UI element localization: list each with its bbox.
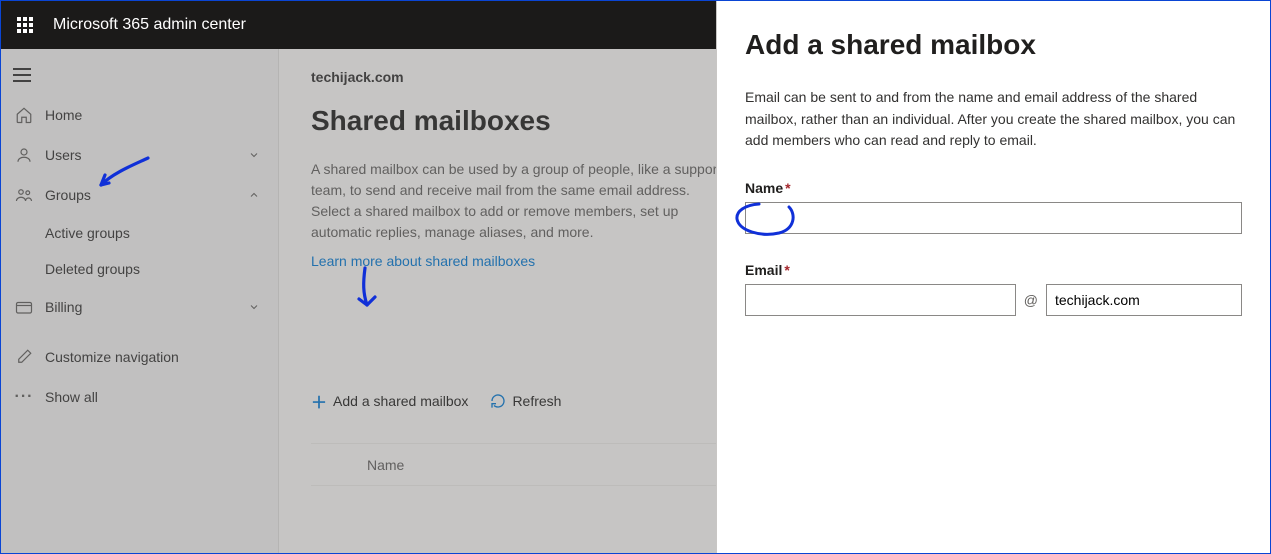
refresh-button[interactable]: Refresh: [490, 389, 561, 413]
nav-billing[interactable]: Billing: [1, 287, 278, 327]
nav-collapse-button[interactable]: [1, 55, 278, 95]
ellipsis-icon: ···: [13, 388, 35, 406]
nav-billing-label: Billing: [45, 299, 248, 315]
plus-icon: ＋: [311, 389, 327, 413]
nav-home[interactable]: Home: [1, 95, 278, 135]
left-nav: Home Users Groups Active groups Deleted …: [1, 49, 279, 553]
nav-customize-label: Customize navigation: [45, 349, 266, 365]
billing-icon: [13, 298, 35, 316]
email-field-group: Email* @ techijack.com: [745, 262, 1242, 316]
nav-active-groups[interactable]: Active groups: [1, 215, 278, 251]
add-shared-mailbox-panel: Add a shared mailbox Email can be sent t…: [716, 1, 1270, 553]
nav-show-all-label: Show all: [45, 389, 266, 405]
email-label: Email*: [745, 262, 1242, 278]
app-launcher-icon[interactable]: [9, 9, 41, 41]
groups-icon: [13, 186, 35, 204]
panel-description: Email can be sent to and from the name a…: [745, 87, 1242, 152]
refresh-icon: [490, 393, 506, 409]
nav-deleted-groups[interactable]: Deleted groups: [1, 251, 278, 287]
app-title: Microsoft 365 admin center: [53, 16, 246, 34]
chevron-down-icon: [248, 301, 266, 313]
edit-icon: [13, 348, 35, 366]
nav-groups-label: Groups: [45, 187, 248, 203]
nav-customize[interactable]: Customize navigation: [1, 337, 278, 377]
chevron-up-icon: [248, 189, 266, 201]
learn-more-link[interactable]: Learn more about shared mailboxes: [311, 253, 535, 269]
name-label: Name*: [745, 180, 1242, 196]
nav-users[interactable]: Users: [1, 135, 278, 175]
name-input[interactable]: [745, 202, 1242, 234]
chevron-down-icon: [248, 149, 266, 161]
email-input[interactable]: [745, 284, 1016, 316]
home-icon: [13, 106, 35, 124]
page-description: A shared mailbox can be used by a group …: [311, 159, 731, 243]
domain-select-value: techijack.com: [1055, 292, 1140, 308]
domain-select[interactable]: techijack.com: [1046, 284, 1242, 316]
panel-title: Add a shared mailbox: [745, 29, 1242, 61]
required-asterisk: *: [784, 262, 789, 278]
at-symbol: @: [1024, 292, 1038, 308]
nav-groups[interactable]: Groups: [1, 175, 278, 215]
add-shared-mailbox-label: Add a shared mailbox: [333, 393, 468, 409]
required-asterisk: *: [785, 180, 790, 196]
add-shared-mailbox-button[interactable]: ＋ Add a shared mailbox: [311, 389, 468, 413]
nav-show-all[interactable]: ··· Show all: [1, 377, 278, 417]
refresh-label: Refresh: [512, 393, 561, 409]
name-field-group: Name*: [745, 180, 1242, 234]
nav-home-label: Home: [45, 107, 266, 123]
user-icon: [13, 146, 35, 164]
nav-users-label: Users: [45, 147, 248, 163]
